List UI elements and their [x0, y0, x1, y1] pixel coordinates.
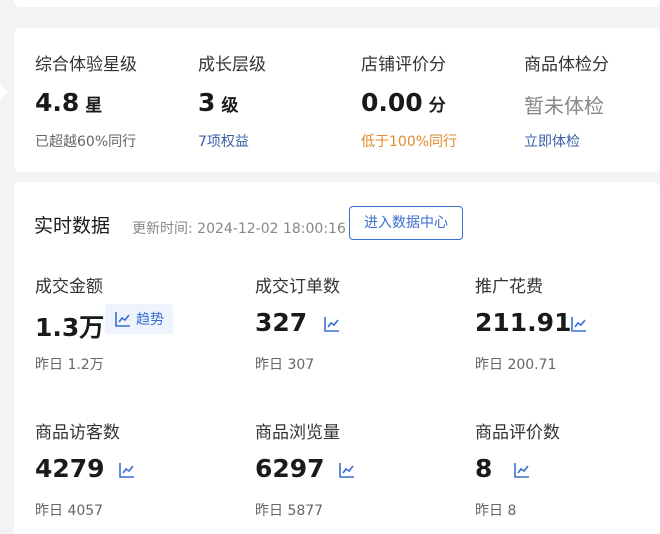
rating-comparison: 低于100%同行 [361, 134, 458, 150]
metric-yesterday: 昨日 1.2万 [35, 357, 104, 373]
rating-comparison: 已超越60%同行 [35, 134, 137, 150]
trend-line-icon [115, 312, 130, 327]
update-timestamp: 更新时间: 2024-12-02 18:00:16 [132, 221, 346, 237]
trend-line-icon[interactable] [514, 462, 530, 478]
metric-yesterday: 昨日 5877 [255, 503, 324, 519]
metric-label: 商品访客数 [35, 423, 120, 443]
metric-label: 成交订单数 [255, 277, 340, 297]
metric-yesterday: 昨日 4057 [35, 503, 104, 519]
trend-button[interactable]: 趋势 [105, 304, 173, 334]
trend-label: 趋势 [136, 312, 164, 328]
metric-label: 商品评价数 [475, 423, 560, 443]
trend-line-icon[interactable] [339, 462, 355, 478]
trend-line-icon[interactable] [324, 316, 340, 332]
trend-line-icon[interactable] [119, 462, 135, 478]
rights-link[interactable]: 7项权益 [198, 131, 249, 151]
metric-value: 327 [255, 308, 308, 337]
metric-value: 1.3万 [35, 313, 105, 342]
realtime-data-card: 实时数据 更新时间: 2024-12-02 18:00:16 进入数据中心 成交… [14, 182, 660, 534]
metric-label: 推广花费 [475, 277, 543, 297]
metric-label: 成交金额 [35, 277, 103, 297]
rating-value: 3级 [198, 88, 238, 117]
rating-number: 4.8 [35, 88, 80, 117]
collapse-arrow-icon[interactable] [0, 84, 8, 100]
metric-value: 4279 [35, 454, 105, 483]
metric-value: 6297 [255, 454, 325, 483]
rating-label: 商品体检分 [524, 55, 609, 75]
rating-unit: 分 [428, 96, 446, 116]
metric-value: 8 [475, 454, 493, 483]
section-title: 实时数据 [34, 215, 111, 237]
check-now-link[interactable]: 立即体检 [524, 131, 580, 151]
metric-value: 211.91 [475, 308, 572, 337]
rating-value: 0.00 分 [361, 88, 446, 117]
rating-value: 4.8 星 [35, 88, 102, 117]
store-ratings-card: 综合体验星级 4.8 星 已超越60%同行 成长层级 3级 7项权益 店铺评价分 … [14, 28, 660, 172]
rating-status-text: 暂未体检 [524, 94, 604, 118]
rating-unit: 星 [85, 96, 103, 116]
rating-number: 0.00 [361, 88, 423, 117]
top-card-edge [14, 0, 660, 7]
rating-label: 成长层级 [198, 55, 266, 75]
rating-label: 店铺评价分 [361, 55, 446, 75]
data-center-button[interactable]: 进入数据中心 [349, 206, 463, 240]
trend-line-icon[interactable] [571, 316, 587, 332]
metric-yesterday: 昨日 307 [255, 357, 315, 373]
rating-number: 3 [198, 88, 216, 117]
rating-unit: 级 [221, 96, 239, 116]
metric-label: 商品浏览量 [255, 423, 340, 443]
rating-value: 暂未体检 [524, 90, 604, 119]
rating-label: 综合体验星级 [35, 55, 137, 75]
metric-yesterday: 昨日 200.71 [475, 357, 557, 373]
metric-yesterday: 昨日 8 [475, 503, 517, 519]
